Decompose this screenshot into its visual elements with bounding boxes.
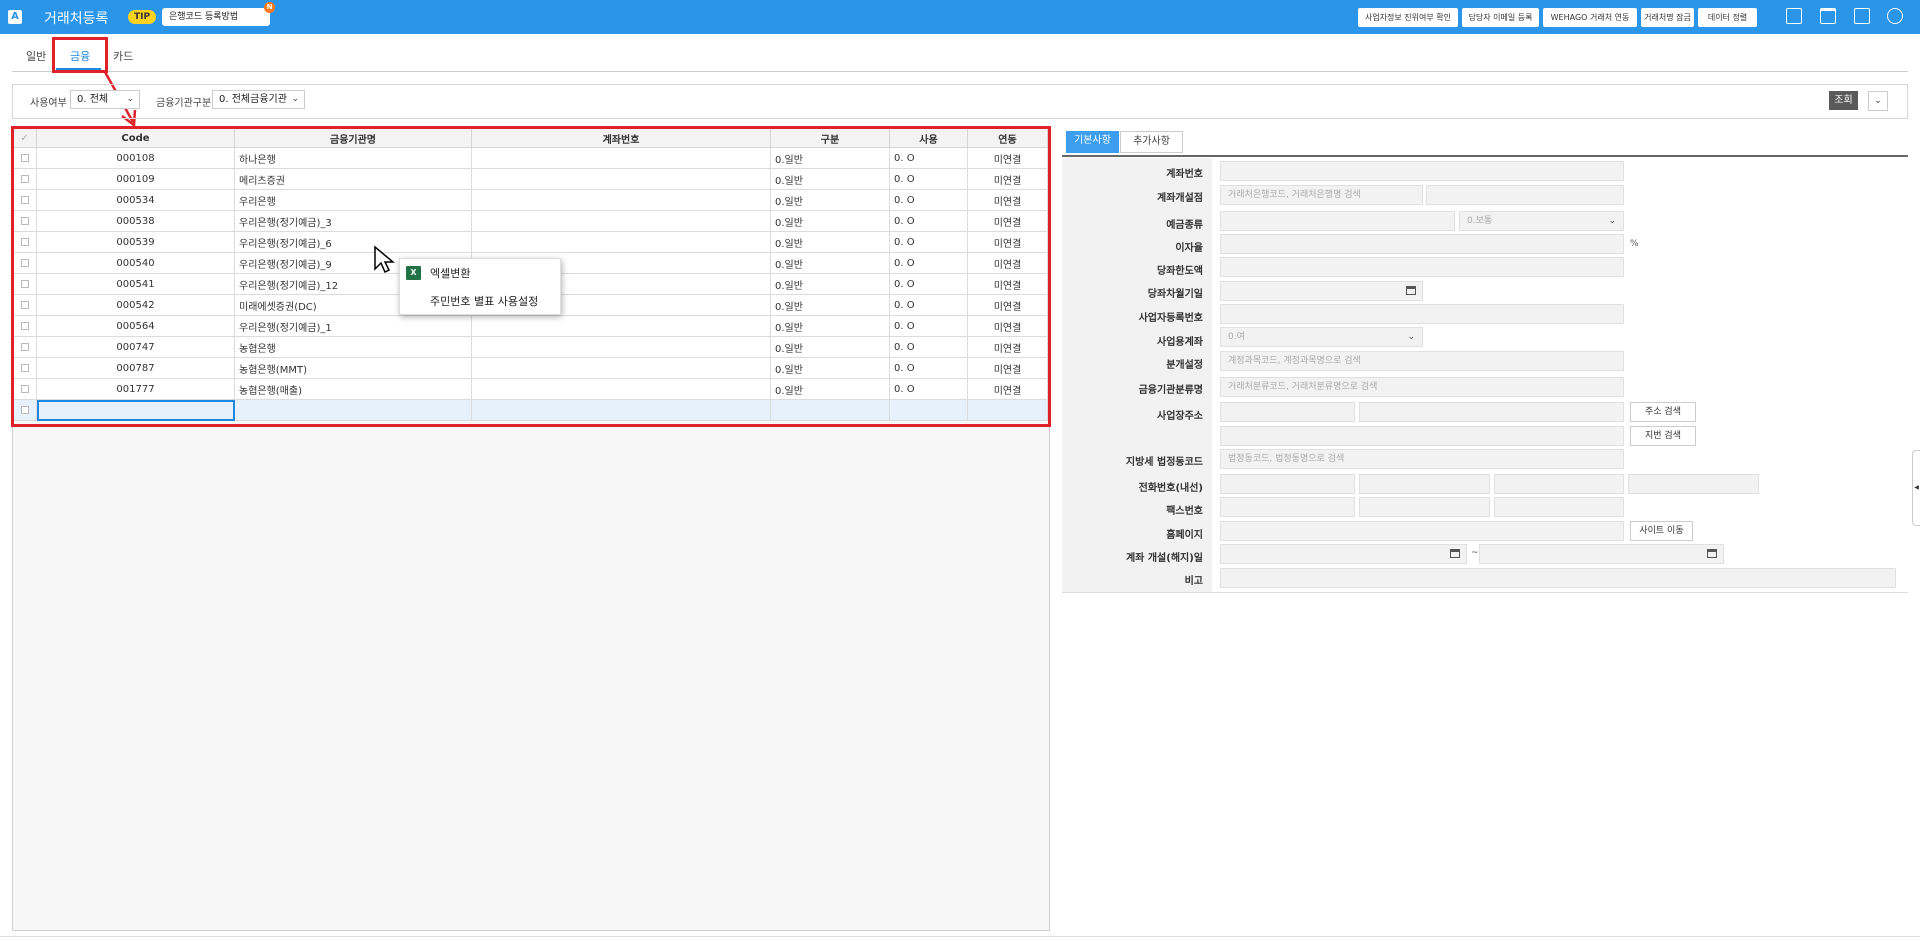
tab-additional-info[interactable]: 추가사항	[1120, 131, 1183, 153]
search-button[interactable]: 조회	[1829, 91, 1858, 110]
detail-header-line	[1062, 155, 1908, 157]
biz-account-value: 0.여	[1228, 332, 1245, 342]
deposit-type-value: 0.보통	[1467, 216, 1493, 226]
tab-basic-info[interactable]: 기본사항	[1066, 131, 1119, 153]
institution-label: 금융기관구분	[156, 98, 212, 109]
usage-label: 사용여부	[30, 98, 67, 109]
label-homepage: 홈페이지	[1166, 530, 1203, 541]
usage-select-value: 0. 전체	[77, 94, 109, 105]
tabs-divider	[12, 71, 1908, 72]
institution-select-value: 0. 전체금융기관	[219, 94, 287, 105]
sort-data-button[interactable]: 데이터 정렬	[1698, 8, 1757, 27]
phone-part3-input[interactable]	[1494, 474, 1624, 494]
fax-part1-input[interactable]	[1220, 497, 1355, 517]
chevron-down-icon: ⌄	[1608, 216, 1616, 226]
chevron-down-icon[interactable]: ⌄	[1868, 91, 1888, 111]
label-account-no: 계좌번호	[1166, 169, 1203, 180]
label-local-tax: 지방세 법정동코드	[1125, 457, 1203, 468]
open-date-end[interactable]	[1479, 544, 1724, 564]
label-fax: 팩스번호	[1166, 506, 1203, 517]
label-biz-account: 사업용계좌	[1157, 337, 1203, 348]
fax-part3-input[interactable]	[1494, 497, 1624, 517]
calendar-icon[interactable]	[1707, 549, 1717, 558]
menu-item-masking-setting[interactable]: 주민번호 별표 사용설정	[430, 293, 538, 309]
usage-select[interactable]: 0. 전체 ⌄	[70, 90, 140, 109]
lock-name-button[interactable]: 거래처명 잠금	[1641, 8, 1694, 27]
tab-general[interactable]: 일반	[26, 48, 46, 64]
label-biz-no: 사업자등록번호	[1138, 313, 1203, 324]
top-header: A 거래처등록 TIP 은행코드 등록방법 N 사업자정보 진위여부 확인 담당…	[0, 0, 1920, 34]
label-memo: 비고	[1184, 576, 1203, 587]
notification-badge: N	[264, 2, 275, 13]
interest-input[interactable]	[1220, 234, 1624, 254]
overdraft-due-date[interactable]	[1220, 281, 1423, 301]
tab-card[interactable]: 카드	[113, 48, 133, 64]
print-icon[interactable]	[1786, 8, 1802, 24]
panel-collapse-handle[interactable]: ◀	[1912, 450, 1920, 526]
address-detail-input[interactable]	[1220, 426, 1624, 446]
label-address: 사업장주소	[1157, 411, 1203, 422]
page-bottom-line	[0, 936, 1920, 937]
branch-name-input[interactable]	[1426, 185, 1624, 205]
site-go-button[interactable]: 사이트 이동	[1630, 521, 1693, 541]
label-branch: 계좌개설점	[1157, 193, 1203, 204]
account-no-input[interactable]	[1220, 161, 1624, 181]
deposit-type-select[interactable]: 0.보통 ⌄	[1459, 211, 1624, 231]
label-deposit-type: 예금종류	[1166, 220, 1203, 231]
phone-ext-input[interactable]	[1628, 474, 1759, 494]
label-category: 분개설정	[1166, 360, 1203, 371]
label-inst-class: 금융기관분류명	[1138, 385, 1203, 396]
percent-unit: %	[1630, 239, 1639, 249]
address-input[interactable]	[1359, 402, 1624, 422]
menu-item-excel-export[interactable]: 엑셀변환	[430, 265, 470, 281]
category-input[interactable]: 계정과목코드, 계정과목명으로 검색	[1220, 351, 1624, 371]
lot-search-button[interactable]: 지번 검색	[1630, 426, 1696, 446]
manager-email-button[interactable]: 담당자 이메일 등록	[1462, 8, 1539, 27]
deposit-code-input[interactable]	[1220, 211, 1455, 231]
label-overdraft-due: 당좌차월기일	[1147, 289, 1203, 300]
excel-icon: X	[406, 266, 421, 280]
tip-link[interactable]: 은행코드 등록방법	[162, 8, 270, 26]
settings-circle-icon[interactable]	[1887, 8, 1903, 24]
biz-account-select[interactable]: 0.여 ⌄	[1220, 327, 1423, 347]
institution-select[interactable]: 0. 전체금융기관 ⌄	[212, 90, 305, 109]
memo-input[interactable]	[1220, 568, 1896, 588]
chevron-down-icon: ⌄	[1407, 332, 1415, 342]
chevron-down-icon: ⌄	[126, 94, 134, 104]
fax-part2-input[interactable]	[1359, 497, 1490, 517]
tip-badge: TIP	[128, 10, 157, 24]
zipcode-input[interactable]	[1220, 402, 1355, 422]
label-overdraft: 당좌한도액	[1157, 266, 1203, 277]
chevron-down-icon: ⌄	[291, 94, 299, 104]
phone-part1-input[interactable]	[1220, 474, 1355, 494]
label-interest: 이자율	[1175, 243, 1203, 254]
calendar-icon[interactable]	[1450, 549, 1460, 558]
biz-no-input[interactable]	[1220, 304, 1624, 324]
address-search-button[interactable]: 주소 검색	[1630, 402, 1696, 422]
label-open-date: 계좌 개설(해지)일	[1125, 553, 1203, 564]
mouse-cursor-icon	[374, 245, 395, 274]
homepage-input[interactable]	[1220, 521, 1624, 541]
page-title: 거래처등록	[44, 11, 109, 27]
branch-input[interactable]: 거래처은행코드, 거래처은행명 검색	[1220, 185, 1423, 205]
local-tax-input[interactable]: 법정동코드, 법정동명으로 검색	[1220, 449, 1624, 469]
app-logo[interactable]: A	[8, 10, 22, 24]
verify-business-button[interactable]: 사업자정보 진위여부 확인	[1358, 8, 1458, 27]
open-date-start[interactable]	[1220, 544, 1467, 564]
form-icon[interactable]	[1854, 8, 1870, 24]
overdraft-input[interactable]	[1220, 257, 1624, 277]
context-menu: X 엑셀변환 주민번호 별표 사용설정	[399, 258, 561, 315]
phone-part2-input[interactable]	[1359, 474, 1490, 494]
highlight-box-tab	[52, 37, 108, 73]
wehago-sync-button[interactable]: WEHAGO 거래처 연동	[1543, 8, 1637, 27]
date-separator: ~	[1471, 548, 1479, 558]
label-phone: 전화번호(내선)	[1138, 483, 1203, 494]
inst-class-input[interactable]: 거래처분류코드, 거래처분류명으로 검색	[1220, 377, 1624, 397]
detail-bottom-line	[1062, 592, 1908, 593]
trash-icon[interactable]	[1820, 8, 1836, 24]
calendar-icon[interactable]	[1406, 286, 1416, 295]
